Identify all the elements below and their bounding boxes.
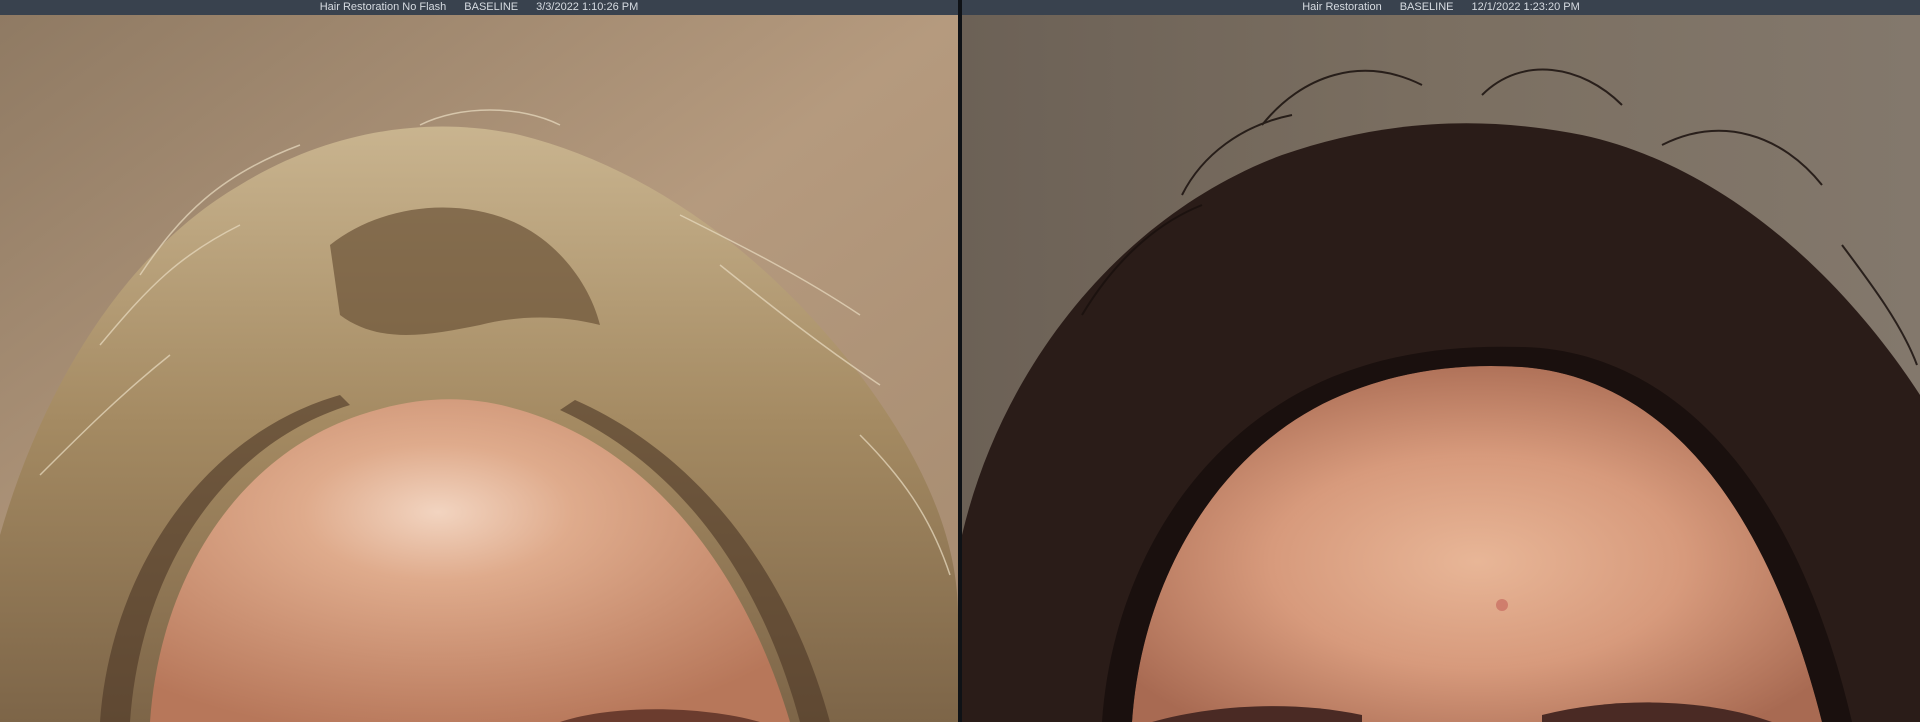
right-pane-titlebar: Hair Restoration BASELINE 12/1/2022 1:23… xyxy=(962,0,1920,15)
right-photo-pane[interactable]: Hair Restoration BASELINE 12/1/2022 1:23… xyxy=(962,0,1920,722)
left-photo-image xyxy=(0,15,958,722)
right-baseline-tag: BASELINE xyxy=(1399,1,1454,13)
left-patient-photo[interactable] xyxy=(0,15,958,722)
comparison-viewer: Hair Restoration No Flash BASELINE 3/3/2… xyxy=(0,0,1920,722)
right-patient-photo[interactable] xyxy=(962,15,1920,722)
left-baseline-tag: BASELINE xyxy=(464,1,519,13)
right-procedure-label: Hair Restoration xyxy=(1302,1,1382,13)
left-procedure-label: Hair Restoration No Flash xyxy=(319,1,447,13)
right-datetime-label: 12/1/2022 1:23:20 PM xyxy=(1471,1,1580,13)
left-pane-titlebar: Hair Restoration No Flash BASELINE 3/3/2… xyxy=(0,0,958,15)
right-photo-image xyxy=(962,15,1920,722)
left-datetime-label: 3/3/2022 1:10:26 PM xyxy=(536,1,639,13)
left-photo-pane[interactable]: Hair Restoration No Flash BASELINE 3/3/2… xyxy=(0,0,958,722)
